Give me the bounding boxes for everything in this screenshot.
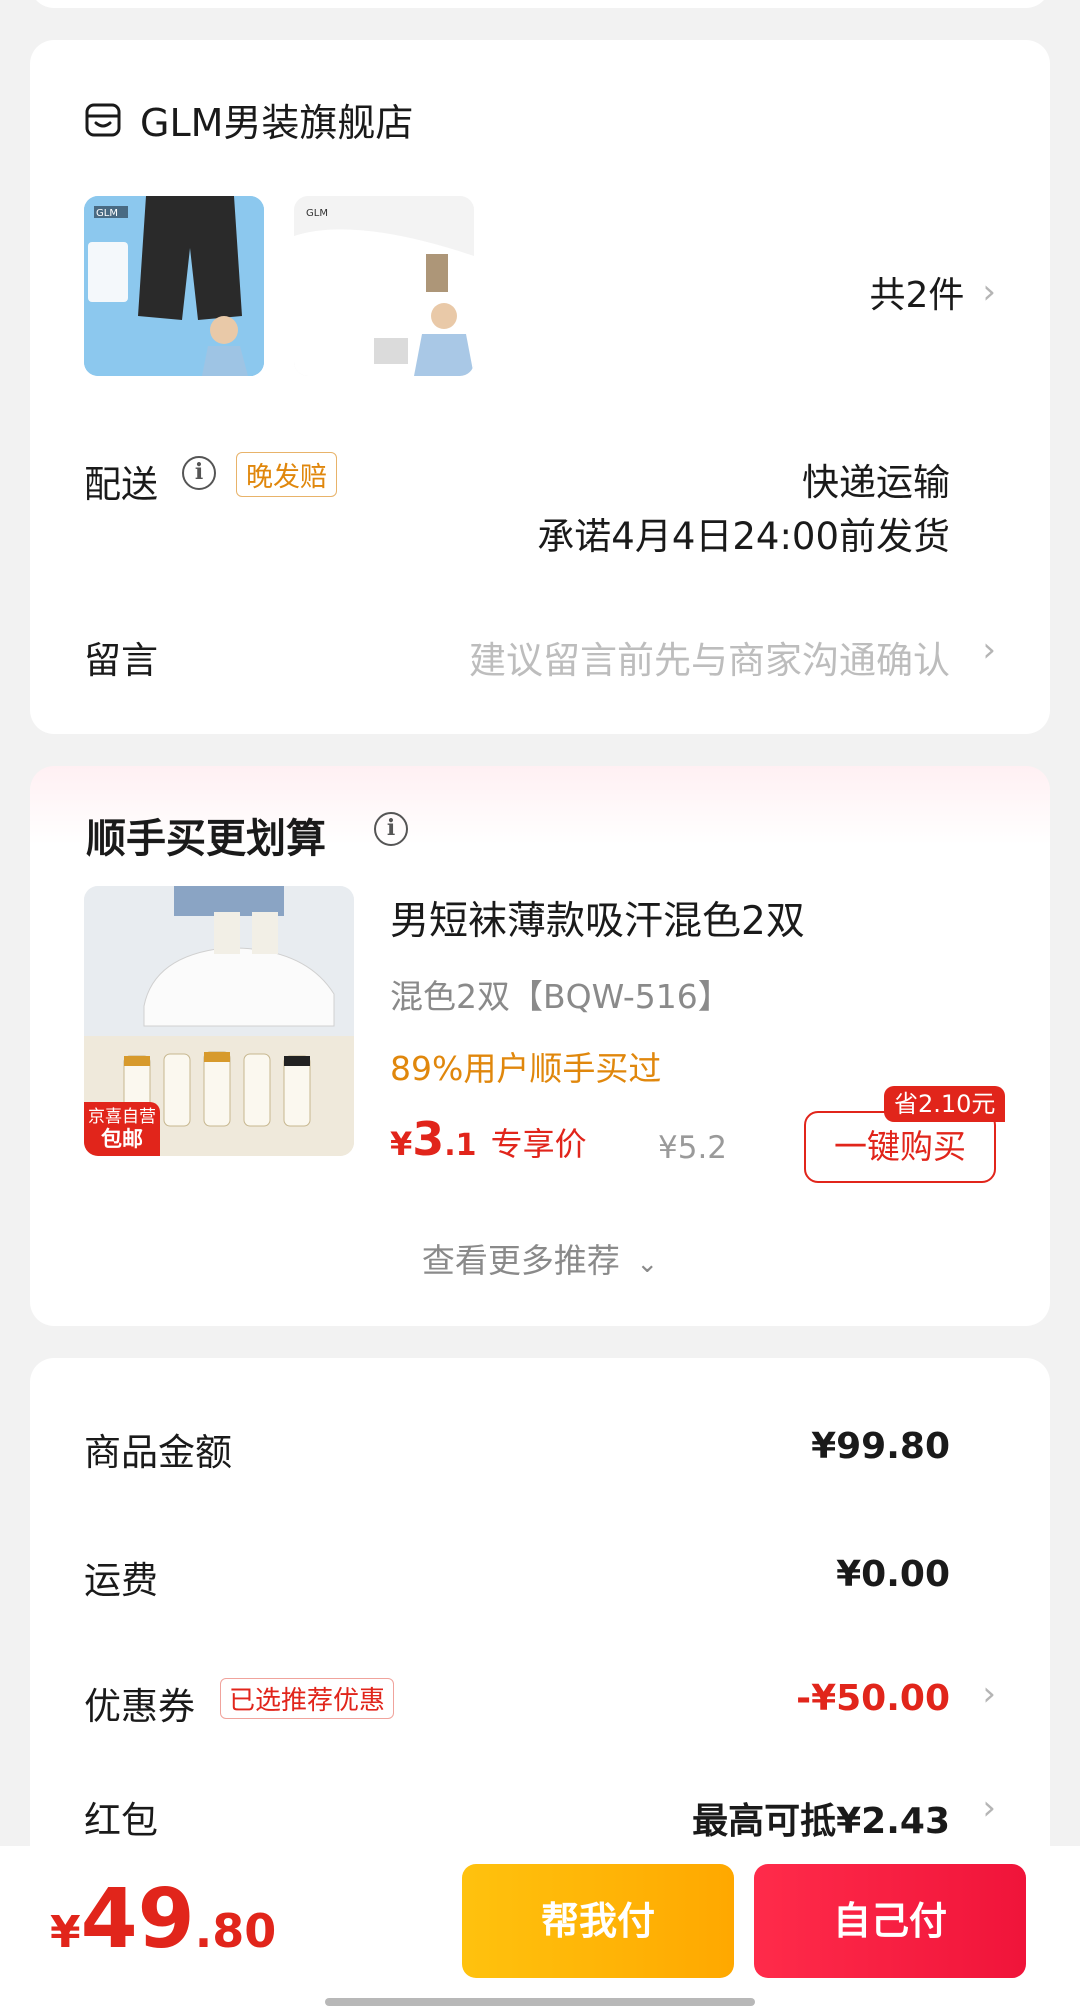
total-decimal: .80 — [194, 1904, 277, 1958]
chevron-down-icon: ⌄ — [636, 1249, 659, 1279]
chevron-right-icon: › — [982, 1674, 996, 1714]
note-input[interactable]: 建议留言前先与商家沟通确认 — [469, 630, 950, 684]
recommend-price: ¥3.1 专享价 — [390, 1112, 587, 1166]
goods-amount-value: ¥99.80 — [811, 1426, 950, 1467]
more-recommend-link[interactable]: 查看更多推荐 ⌄ — [30, 1234, 1050, 1282]
recommend-product-spec: 混色2双【BQW-516】 — [390, 977, 731, 1016]
chevron-right-icon: › — [982, 272, 996, 312]
store-order-card: GLM男装旗舰店 GLM GLM 共2件 › 配送 i 晚发赔 快递运输 承诺4… — [30, 40, 1050, 734]
recommend-card: 顺手买更划算 i 京喜自营 包邮 男短袜薄款吸汗混色2双 混色2双【BQW-51… — [30, 766, 1050, 1326]
total-currency: ¥ — [50, 1907, 81, 1958]
shipping-promise: 承诺4月4日24:00前发货 — [537, 515, 950, 558]
chevron-right-icon: › — [982, 630, 996, 670]
checkout-bar: ¥49.80 帮我付 自己付 — [0, 1846, 1080, 2014]
shipping-method: 快递运输 — [802, 461, 950, 504]
red-packet-label: 红包 — [84, 1799, 158, 1842]
chevron-right-icon: › — [982, 1788, 996, 1828]
pay-self-button[interactable]: 自己付 — [754, 1864, 1026, 1978]
price-decimal: .1 — [444, 1128, 477, 1163]
info-icon[interactable]: i — [374, 812, 408, 846]
recommend-popularity: 89%用户顺手买过 — [390, 1049, 662, 1088]
item-count: 共2件 — [869, 275, 965, 316]
freight-value: ¥0.00 — [836, 1554, 950, 1595]
thumb-2-brand: GLM — [306, 208, 328, 219]
total-integer: 49 — [80, 1872, 195, 1967]
item-count-row[interactable]: 共2件 › — [869, 266, 996, 318]
socks-product-image[interactable]: 京喜自营 包邮 — [84, 886, 354, 1156]
jd-badge-line1: 京喜自营 — [88, 1107, 156, 1127]
previous-card-edge — [30, 0, 1050, 8]
more-recommend-label: 查看更多推荐 — [421, 1241, 620, 1280]
ask-friend-pay-button[interactable]: 帮我付 — [462, 1864, 734, 1978]
coupon-value[interactable]: -¥50.00 — [796, 1678, 950, 1719]
price-integer: 3 — [412, 1112, 445, 1166]
store-name: GLM男装旗舰店 — [140, 101, 414, 145]
shorts-image: GLM — [84, 196, 264, 376]
coupon-selected-badge: 已选推荐优惠 — [220, 1678, 395, 1719]
freight-label: 运费 — [84, 1559, 158, 1602]
home-indicator[interactable] — [325, 1998, 755, 2006]
product-thumb-tshirt[interactable]: GLM — [294, 196, 474, 376]
store-icon — [85, 103, 121, 136]
recommend-title: 顺手买更划算 — [86, 816, 326, 862]
store-header[interactable]: GLM男装旗舰店 — [84, 92, 413, 147]
red-packet-value[interactable]: 最高可抵¥2.43 — [692, 1792, 950, 1844]
late-delivery-badge: 晚发赔 — [236, 452, 337, 497]
total-price: ¥49.80 — [50, 1872, 276, 1967]
price-tag: 专享价 — [490, 1125, 587, 1163]
note-label: 留言 — [84, 639, 158, 682]
goods-amount-label: 商品金额 — [84, 1431, 232, 1474]
jd-badge-line2: 包邮 — [101, 1127, 143, 1151]
save-amount-badge: 省2.10元 — [884, 1086, 1006, 1122]
coupon-label: 优惠券 — [84, 1685, 195, 1728]
info-icon[interactable]: i — [182, 456, 216, 490]
product-thumb-shorts[interactable]: GLM — [84, 196, 264, 376]
tshirt-image: GLM — [294, 196, 474, 376]
jd-self-operated-badge: 京喜自营 包邮 — [84, 1102, 160, 1156]
shipping-label: 配送 — [84, 463, 158, 506]
price-currency: ¥ — [390, 1125, 413, 1163]
recommend-product-name[interactable]: 男短袜薄款吸汗混色2双 — [390, 890, 805, 946]
thumb-1-brand: GLM — [96, 208, 118, 219]
original-price: ¥5.2 — [658, 1130, 728, 1166]
